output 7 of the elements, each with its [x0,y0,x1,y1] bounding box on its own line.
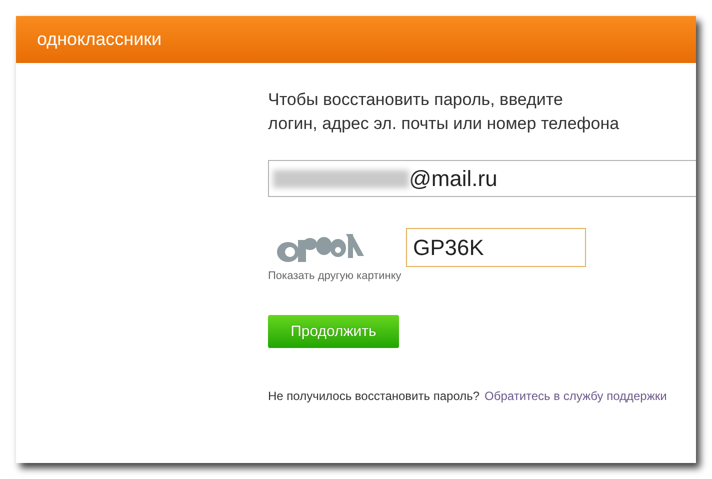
site-title: одноклассники [37,29,162,50]
support-link[interactable]: Обратитесь в службу поддержки [484,389,667,403]
help-text: Не получилось восстановить пароль? [268,389,480,403]
login-field[interactable]: @mail.ru [268,160,696,197]
instructions: Чтобы восстановить пароль, введите логин, адрес эл. почты или номер телефона [268,89,620,135]
captcha-input[interactable]: GP36K [406,228,586,267]
refresh-captcha-link[interactable]: Показать другую картинку [268,270,402,282]
